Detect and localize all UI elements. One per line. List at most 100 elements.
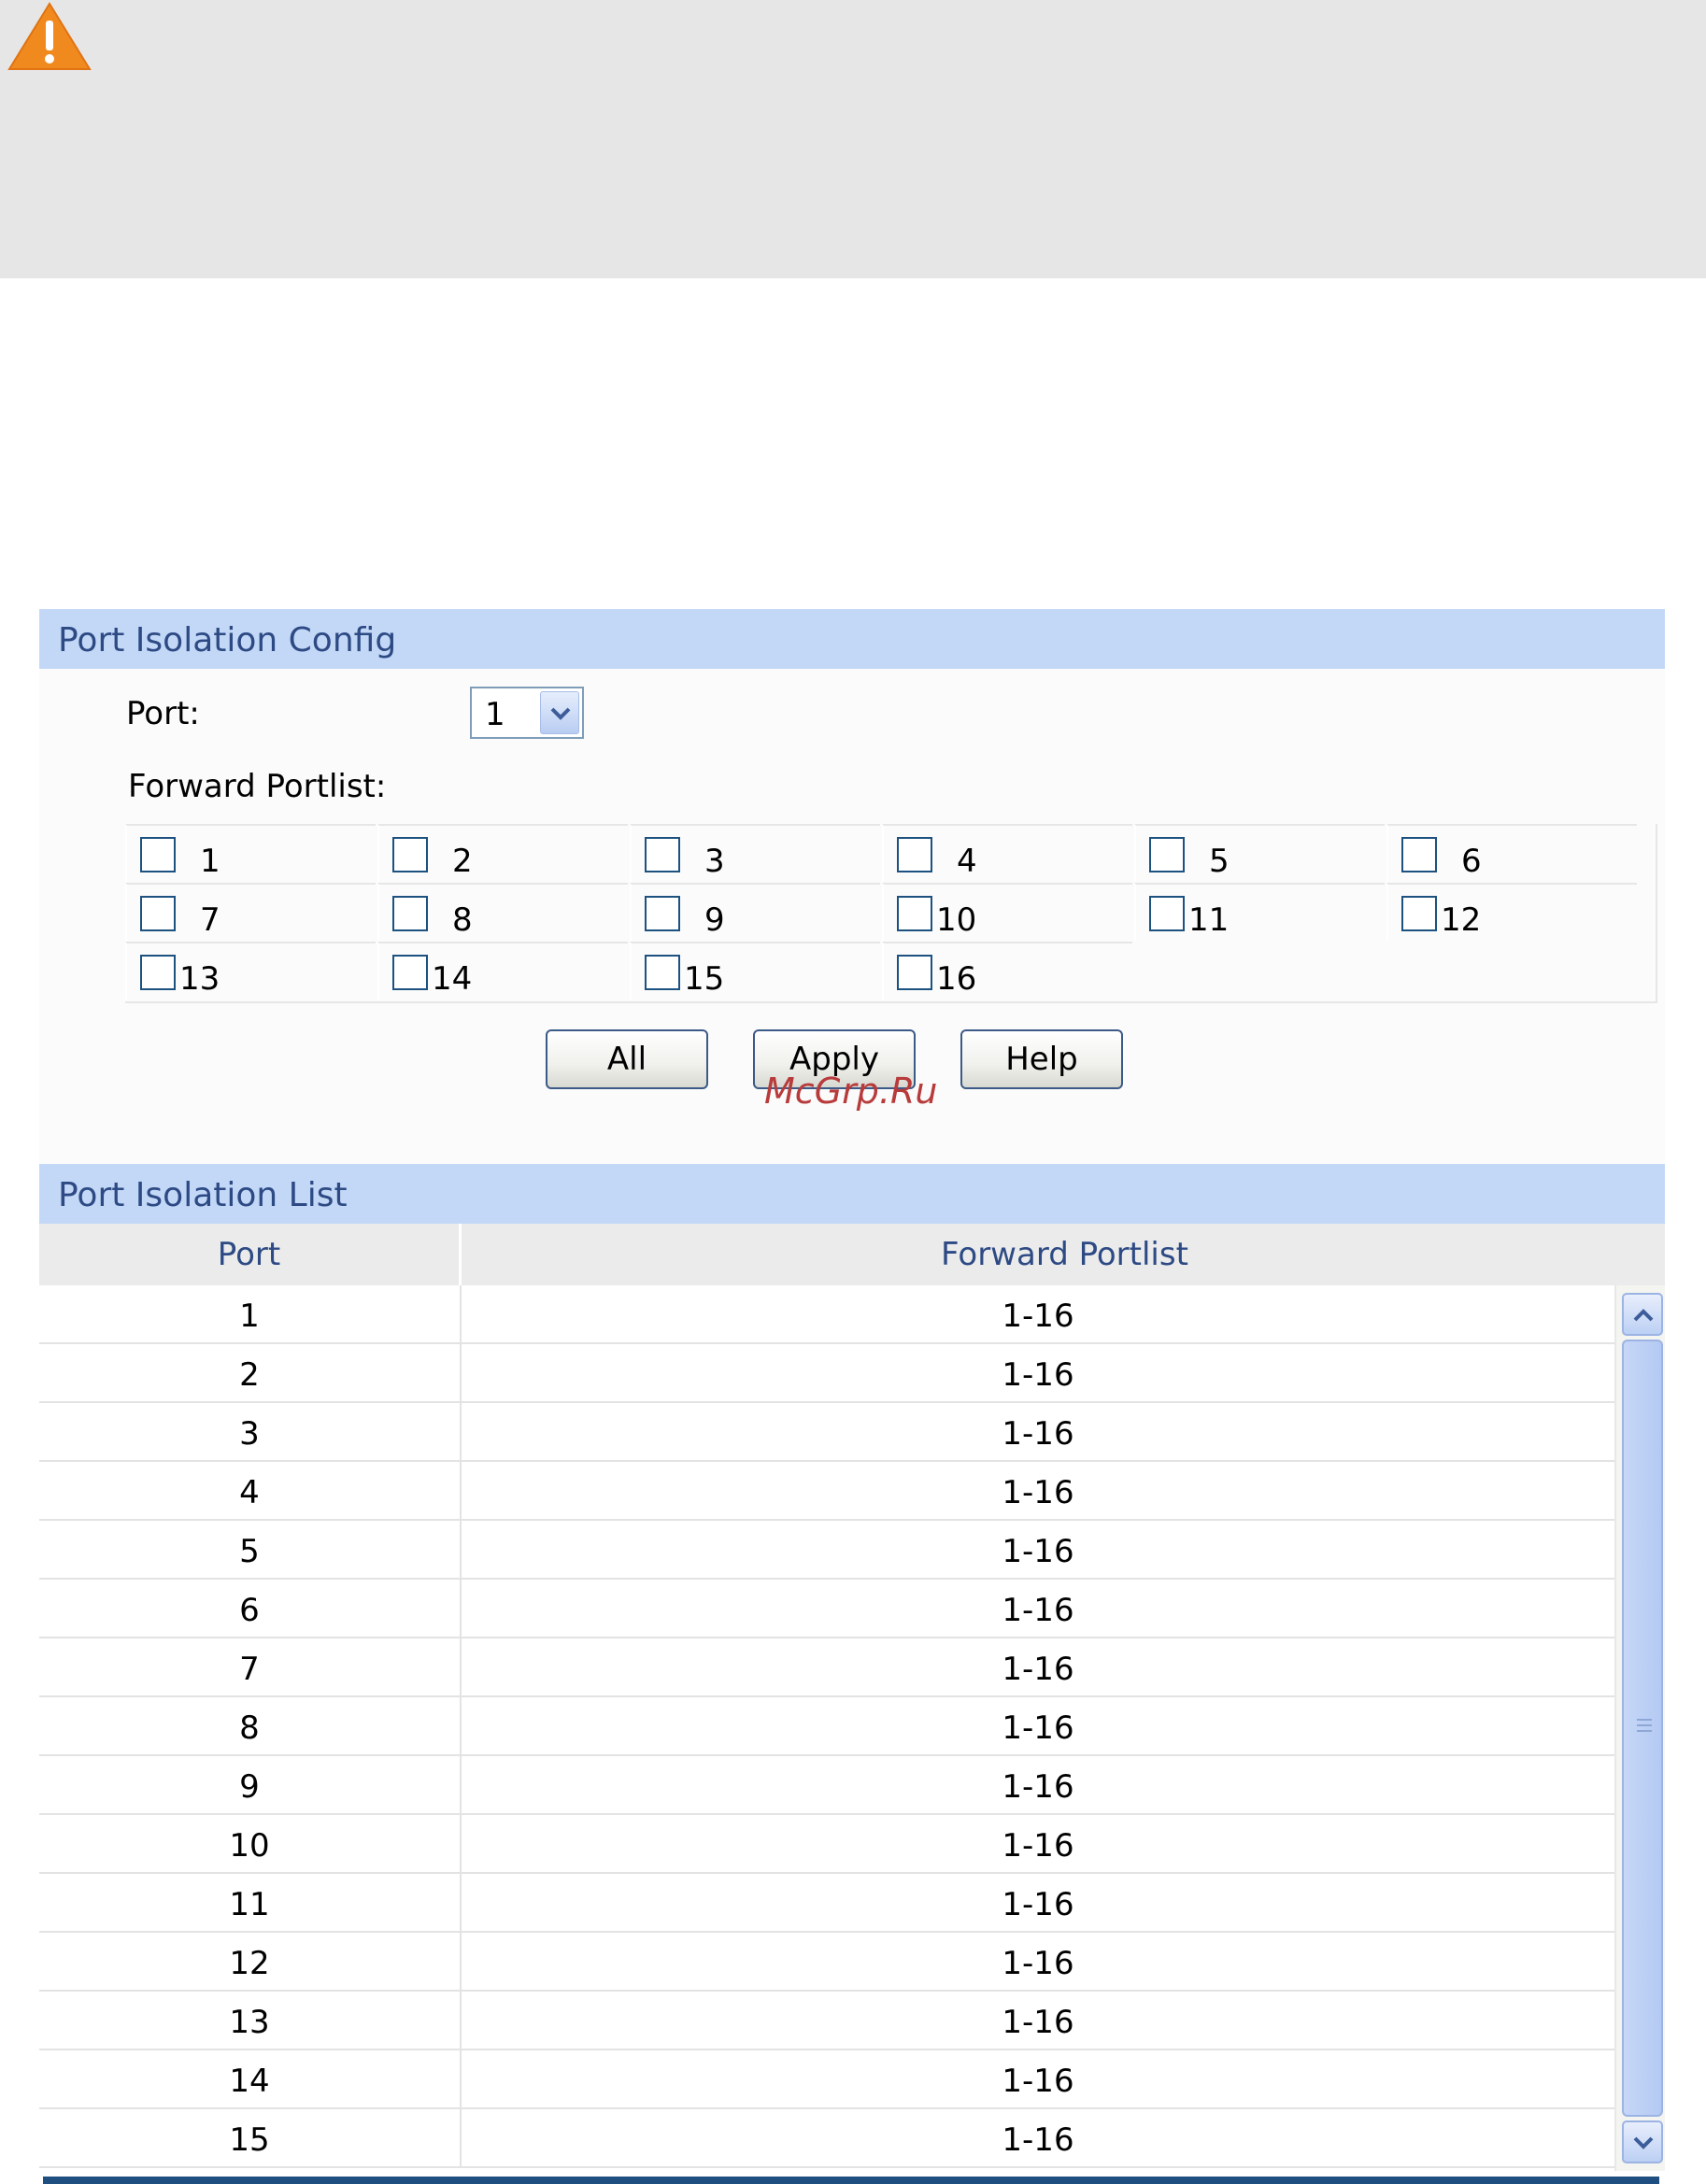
table-row[interactable]: 5 1-16 (39, 1521, 1614, 1580)
table-row[interactable]: 1 1-16 (39, 1285, 1614, 1344)
port-checkbox-label: 11 (1188, 901, 1230, 939)
table-row[interactable]: 4 1-16 (39, 1462, 1614, 1521)
port-label: Port: (126, 695, 200, 732)
port-checkbox[interactable] (140, 896, 176, 931)
port-checkbox-cell: 12 (1386, 883, 1637, 941)
port-checkbox-cell: 4 (882, 824, 1132, 882)
cell-port: 9 (39, 1756, 462, 1815)
cell-port: 10 (39, 1815, 462, 1874)
port-checkbox-label: 1 (200, 843, 220, 880)
port-checkbox[interactable] (140, 837, 176, 872)
port-checkbox[interactable] (897, 955, 932, 990)
table-row[interactable]: 15 1-16 (39, 2109, 1614, 2168)
port-checkbox-cell: 1 (125, 824, 376, 882)
cell-forward-portlist: 1-16 (1002, 1533, 1074, 1570)
port-checkbox-cell: 3 (630, 824, 880, 882)
port-checkbox-label: 10 (936, 901, 977, 939)
cell-forward-portlist: 1-16 (1002, 1592, 1074, 1629)
cell-forward-portlist: 1-16 (1002, 1415, 1074, 1453)
port-checkbox[interactable] (645, 955, 680, 990)
cell-port: 8 (39, 1697, 462, 1756)
cell-forward-portlist: 1-16 (1002, 1709, 1074, 1747)
port-checkbox-label: 16 (936, 960, 977, 998)
table-row[interactable]: 12 1-16 (39, 1933, 1614, 1992)
port-checkbox[interactable] (140, 955, 176, 990)
cell-forward-portlist: 1-16 (1002, 1827, 1074, 1865)
table-row[interactable]: 9 1-16 (39, 1756, 1614, 1815)
table-row[interactable]: 13 1-16 (39, 1992, 1614, 2050)
cell-forward-portlist: 1-16 (1002, 1886, 1074, 1923)
port-checkbox-label: 13 (179, 960, 220, 998)
scroll-down-button[interactable] (1622, 2120, 1663, 2163)
port-checkbox-cell: 11 (1134, 883, 1385, 941)
port-checkbox-cell: 13 (125, 942, 376, 1000)
cell-port: 11 (39, 1874, 462, 1933)
grip-icon (1637, 1719, 1652, 1732)
port-checkbox-cell: 7 (125, 883, 376, 941)
table-row[interactable]: 14 1-16 (39, 2050, 1614, 2109)
cell-port: 2 (39, 1344, 462, 1403)
scroll-up-button[interactable] (1622, 1293, 1663, 1336)
port-checkbox[interactable] (1401, 896, 1437, 931)
cell-forward-portlist: 1-16 (1002, 1298, 1074, 1335)
warning-icon (7, 2, 92, 70)
port-checkbox[interactable] (897, 837, 932, 872)
watermark: McGrp.Ru (764, 1071, 938, 1112)
port-checkbox-cell: 15 (630, 942, 880, 1000)
cell-forward-portlist: 1-16 (1002, 1474, 1074, 1511)
help-button[interactable]: Help (960, 1029, 1123, 1089)
cell-forward-portlist: 1-16 (1002, 2004, 1074, 2041)
port-isolation-list-header: Port Isolation List (39, 1164, 1665, 1224)
port-checkbox-cell: 16 (882, 942, 1132, 1000)
table-row[interactable]: 8 1-16 (39, 1697, 1614, 1756)
port-checkbox[interactable] (1401, 837, 1437, 872)
port-checkbox-cell: 6 (1386, 824, 1637, 882)
table-row[interactable]: 10 1-16 (39, 1815, 1614, 1874)
table-row[interactable]: 11 1-16 (39, 1874, 1614, 1933)
config-title: Port Isolation Config (58, 621, 397, 659)
scroll-thumb[interactable] (1622, 1340, 1663, 2117)
cell-port: 6 (39, 1580, 462, 1638)
table-row[interactable]: 3 1-16 (39, 1403, 1614, 1462)
table-row[interactable]: 7 1-16 (39, 1638, 1614, 1697)
port-select[interactable]: 1 (470, 687, 584, 739)
list-scrollbar[interactable] (1614, 1285, 1665, 2171)
port-checkbox-label: 15 (684, 960, 725, 998)
cell-port: 3 (39, 1403, 462, 1462)
port-checkbox-label: 6 (1461, 843, 1482, 880)
port-checkbox[interactable] (392, 896, 428, 931)
cell-forward-portlist: 1-16 (1002, 2063, 1074, 2100)
port-checkbox[interactable] (1149, 896, 1185, 931)
port-checkbox[interactable] (645, 896, 680, 931)
list-table-body: 1 1-16 2 1-16 3 1-16 4 1-16 5 1-16 6 1-16 7 1-16 8 1-16… (39, 1285, 1665, 2177)
port-checkbox-label: 2 (452, 843, 473, 880)
port-checkbox-label: 8 (452, 901, 473, 939)
port-checkbox-cell: 2 (377, 824, 628, 882)
cell-port: 5 (39, 1521, 462, 1580)
port-checkbox-cell: 9 (630, 883, 880, 941)
port-checkbox-label: 12 (1441, 901, 1482, 939)
table-row[interactable]: 6 1-16 (39, 1580, 1614, 1638)
cell-port: 4 (39, 1462, 462, 1521)
column-header-forward-portlist: Forward Portlist (941, 1236, 1188, 1273)
port-checkbox-label: 14 (432, 960, 473, 998)
port-checkbox-cell: 5 (1134, 824, 1385, 882)
cell-port: 14 (39, 2050, 462, 2109)
cell-forward-portlist: 1-16 (1002, 1768, 1074, 1806)
dropdown-button[interactable] (540, 691, 579, 734)
table-row[interactable]: 2 1-16 (39, 1344, 1614, 1403)
cell-forward-portlist: 1-16 (1002, 2121, 1074, 2159)
all-button[interactable]: All (546, 1029, 708, 1089)
chevron-down-icon (1633, 2136, 1654, 2149)
port-checkbox-label: 7 (200, 901, 220, 939)
port-select-value: 1 (485, 696, 505, 733)
list-table-header: Port Forward Portlist (39, 1224, 1665, 1285)
port-checkbox[interactable] (897, 896, 932, 931)
cell-forward-portlist: 1-16 (1002, 1356, 1074, 1394)
port-checkbox[interactable] (645, 837, 680, 872)
port-checkbox-cell: 8 (377, 883, 628, 941)
port-checkbox[interactable] (392, 837, 428, 872)
port-checkbox[interactable] (392, 955, 428, 990)
warning-note (0, 0, 1706, 278)
port-checkbox[interactable] (1149, 837, 1185, 872)
